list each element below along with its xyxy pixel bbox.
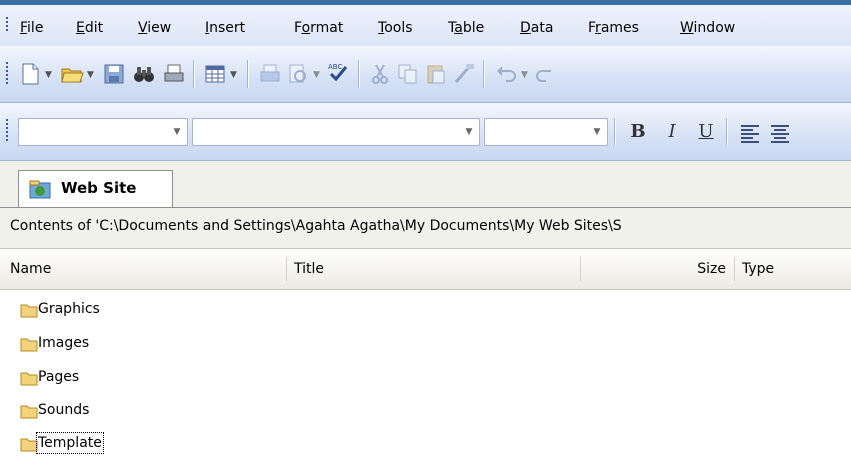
toolbar-separator <box>483 60 485 88</box>
column-header-title[interactable]: Title <box>290 249 580 289</box>
italic-button[interactable]: I <box>659 119 685 145</box>
column-header-type[interactable]: Type <box>738 249 848 289</box>
underline-button[interactable]: U <box>693 119 719 145</box>
undo-arrow-icon[interactable] <box>494 62 518 86</box>
font-name-combo-arrow-icon[interactable]: ▼ <box>461 121 477 143</box>
table-grid-icon[interactable] <box>203 62 227 86</box>
cut-scissors-icon[interactable] <box>368 62 392 86</box>
preview-magnifier-icon[interactable] <box>286 62 310 86</box>
item-name: Pages <box>38 369 80 385</box>
toolbar-separator <box>193 60 195 88</box>
style-combo-arrow-icon[interactable]: ▼ <box>169 121 185 143</box>
item-name: Template <box>36 432 104 454</box>
folder-icon <box>20 405 38 419</box>
column-header-row: Name Title Size Type <box>0 249 851 290</box>
save-disk-icon[interactable] <box>102 62 126 86</box>
style-combo[interactable]: ▼ <box>18 118 188 146</box>
path-text: Contents of 'C:\Documents and Settings\A… <box>10 218 622 234</box>
menu-view[interactable]: View <box>138 19 171 37</box>
list-item[interactable]: Graphics <box>0 294 851 327</box>
item-name: Sounds <box>38 402 90 418</box>
toolbar-grip[interactable] <box>6 119 9 143</box>
toolbar-separator <box>614 118 616 146</box>
tab-label: Web Site <box>61 179 137 197</box>
standard-toolbar: ▼ ▼ ▼ ▼ ABC ▼ <box>0 46 851 103</box>
list-item[interactable]: Template <box>0 428 851 461</box>
bold-button[interactable]: B <box>625 119 651 145</box>
formatting-toolbar: ▼ ▼ ▼ B I U <box>0 103 851 161</box>
folder-icon <box>20 372 38 386</box>
copy-icon[interactable] <box>396 62 420 86</box>
list-item[interactable]: Pages <box>0 362 851 395</box>
menu-data[interactable]: Data <box>520 19 553 37</box>
find-binoculars-icon[interactable] <box>132 62 156 86</box>
font-size-combo-arrow-icon[interactable]: ▼ <box>589 121 605 143</box>
tab-strip: Web Site <box>0 161 851 208</box>
menu-tools[interactable]: Tools <box>378 19 413 37</box>
column-divider[interactable] <box>286 257 287 281</box>
menu-table[interactable]: Table <box>448 19 484 37</box>
column-header-size[interactable]: Size <box>584 249 730 289</box>
print-icon[interactable] <box>258 62 282 86</box>
menu-edit[interactable]: Edit <box>76 19 103 37</box>
spelling-check-icon[interactable]: ABC <box>326 60 350 84</box>
open-folder-icon[interactable] <box>60 62 84 86</box>
folder-icon <box>20 338 38 352</box>
align-center-icon[interactable] <box>768 121 792 145</box>
item-name: Images <box>38 335 90 351</box>
menu-insert[interactable]: Insert <box>205 19 245 37</box>
menubar-grip[interactable] <box>6 17 9 33</box>
preview-dropdown-arrow-icon[interactable]: ▼ <box>313 70 320 80</box>
format-painter-icon[interactable] <box>452 62 476 86</box>
column-divider[interactable] <box>580 257 581 281</box>
tab-web-site[interactable]: Web Site <box>18 170 173 207</box>
print-preview-icon[interactable] <box>162 62 186 86</box>
new-dropdown-arrow-icon[interactable]: ▼ <box>45 70 52 80</box>
redo-arrow-icon[interactable] <box>534 62 558 86</box>
column-divider[interactable] <box>734 257 735 281</box>
toolbar-grip[interactable] <box>6 62 9 86</box>
align-left-icon[interactable] <box>738 121 762 145</box>
menu-window[interactable]: Window <box>680 19 735 37</box>
list-item[interactable]: Sounds <box>0 395 851 428</box>
open-dropdown-arrow-icon[interactable]: ▼ <box>87 70 94 80</box>
undo-dropdown-arrow-icon[interactable]: ▼ <box>521 70 528 80</box>
table-dropdown-arrow-icon[interactable]: ▼ <box>230 70 237 80</box>
path-bar: Contents of 'C:\Documents and Settings\A… <box>0 208 851 249</box>
toolbar-separator <box>358 60 360 88</box>
svg-text:ABC: ABC <box>328 63 342 71</box>
item-name: Graphics <box>38 301 100 317</box>
font-name-combo[interactable]: ▼ <box>192 118 480 146</box>
new-document-icon[interactable] <box>18 62 42 86</box>
folder-icon <box>20 304 38 318</box>
folder-icon <box>20 438 38 452</box>
menu-format[interactable]: Format <box>294 19 343 37</box>
menu-frames[interactable]: Frames <box>588 19 639 37</box>
web-site-icon <box>29 180 51 199</box>
paste-clipboard-icon[interactable] <box>424 62 448 86</box>
column-header-name[interactable]: Name <box>6 249 286 289</box>
list-item[interactable]: Images <box>0 328 851 361</box>
font-size-combo[interactable]: ▼ <box>484 118 608 146</box>
menu-file[interactable]: File <box>20 19 43 37</box>
toolbar-separator <box>247 60 249 88</box>
toolbar-separator <box>726 118 728 146</box>
menu-bar: File Edit View Insert Format Tools Table… <box>0 5 851 47</box>
